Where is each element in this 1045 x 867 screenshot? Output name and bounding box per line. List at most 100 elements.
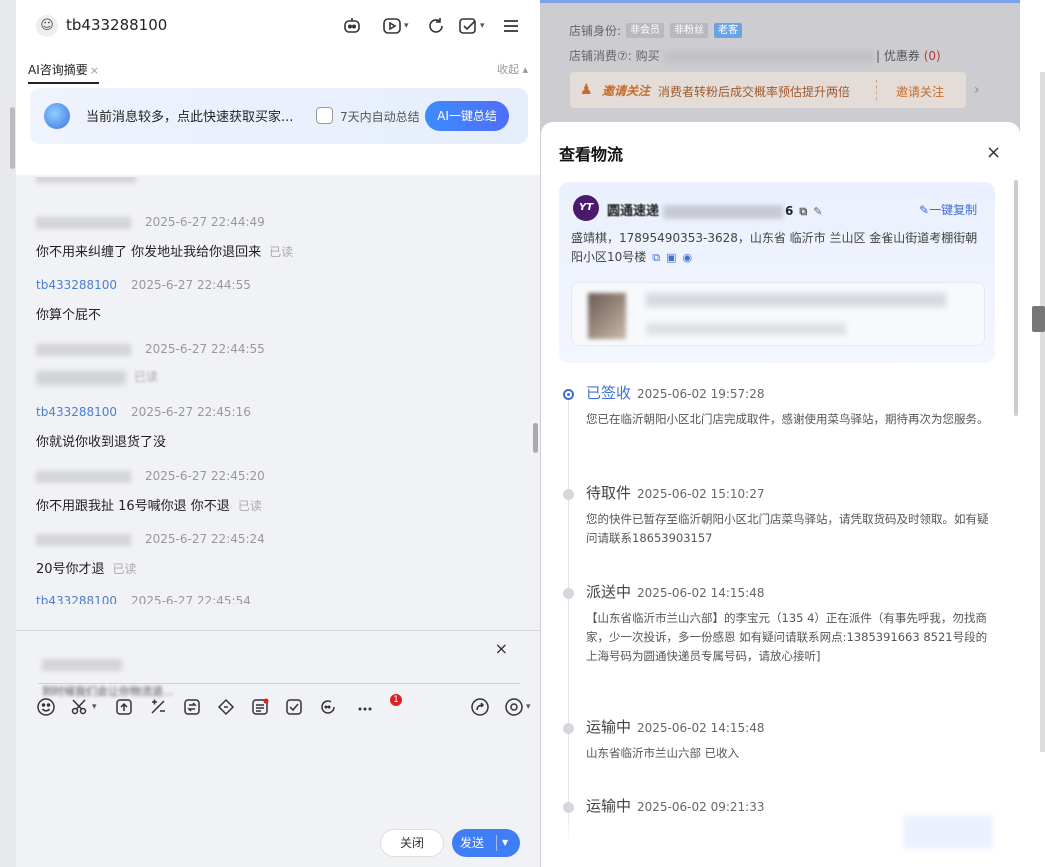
consumption-blurred xyxy=(663,50,874,63)
sender-name[interactable]: tb433288100 xyxy=(36,278,117,292)
copy-all-link[interactable]: ✎一键复制 xyxy=(919,201,977,218)
message-item: 2025-6-27 22:45:20 你不用跟我扯 16号喊你退 你不退 已读 xyxy=(36,469,265,514)
tag-non-fan: 非粉丝 xyxy=(670,23,708,38)
copy-link-icon: ✎ xyxy=(919,203,930,217)
read-status: 已读 xyxy=(112,562,137,576)
message-item: tb433288100 2025-6-27 22:44:55 你算个屁不 xyxy=(36,278,251,323)
invite-follow-button[interactable]: 邀请关注 xyxy=(896,83,944,100)
message-scrollbar[interactable] xyxy=(533,423,538,453)
ai-summary-banner[interactable]: 当前消息较多，点此快速获取买家... 7天内自动总结 AI一键总结 xyxy=(30,88,528,144)
send-separator xyxy=(496,835,497,851)
refresh-icon[interactable] xyxy=(426,14,446,38)
sender-name-blurred xyxy=(36,470,131,483)
tracking-number-blurred xyxy=(663,204,784,219)
person-add-icon: ♟ xyxy=(580,82,593,98)
message-time: 2025-6-27 22:44:55 xyxy=(145,342,265,356)
panel-top-line xyxy=(540,0,1020,3)
checklist-icon[interactable] xyxy=(284,697,306,719)
send-options-icon[interactable]: ▼ xyxy=(502,829,508,857)
close-button[interactable]: 关闭 xyxy=(380,829,444,857)
event-time: 2025-06-02 14:15:48 xyxy=(637,586,765,600)
robot-icon[interactable] xyxy=(342,14,362,38)
logistics-drawer: 查看物流 × YT 圆通速递 6 ⧉ ✎ ✎一键复制 盛靖棋，17895490353-… xyxy=(541,122,1020,867)
message-list[interactable]: 2025-6-27 22:44:49 你不用来纠缠了 你发地址我给你退回来 已读 … xyxy=(16,177,534,604)
product-row[interactable] xyxy=(571,282,985,346)
menu-icon[interactable] xyxy=(501,14,521,38)
carrier-info: 圆通速递 6 ⧉ ✎ xyxy=(607,200,822,219)
summary-scrollbar[interactable] xyxy=(10,107,15,169)
share-icon[interactable] xyxy=(470,697,492,719)
quote-close-icon[interactable]: × xyxy=(495,639,508,658)
coupon-info[interactable]: | 优惠券 (0) xyxy=(876,47,941,64)
message-item: tb433288100 2025-6-27 22:45:54 xyxy=(36,594,251,604)
coupon-count: (0) xyxy=(923,49,941,63)
input-area: 到时候我们会让你物流退... × ▾ 1 ▾ 关闭 发送 ▼ xyxy=(16,631,540,867)
percent-icon[interactable] xyxy=(148,697,170,719)
bottom-action-blurred xyxy=(903,815,993,849)
tag-non-member: 非会员 xyxy=(626,23,664,38)
order-icon[interactable] xyxy=(250,697,272,719)
avatar[interactable]: ☺ xyxy=(36,15,58,37)
auto-summary-checkbox[interactable] xyxy=(316,107,333,124)
reply-icon[interactable] xyxy=(318,697,340,719)
collapse-button[interactable]: 收起 ▴ xyxy=(497,61,528,77)
coupon-label: 优惠券 xyxy=(883,49,920,63)
event-description: 【山东省临沂市兰山六部】的李宝元（135 4）正在派件（有事先呼我，勿找商家，少… xyxy=(586,611,988,663)
message-text: 20号你才退 xyxy=(36,562,105,577)
event-status: 运输中 xyxy=(586,718,632,736)
sender-name-blurred xyxy=(36,343,131,356)
ai-tab-label: AI咨询摘要 xyxy=(28,63,88,77)
scissors-icon[interactable]: ▾ xyxy=(70,697,100,719)
decrypt-icon[interactable]: ▣ xyxy=(666,248,676,267)
ai-tab-close-icon[interactable]: × xyxy=(90,64,99,77)
close-icon[interactable]: × xyxy=(986,142,1001,163)
message-text-blurred xyxy=(36,370,126,385)
banner-text[interactable]: 当前消息较多，点此快速获取买家... xyxy=(86,106,293,125)
emoji-icon[interactable] xyxy=(36,697,58,719)
ai-summary-button[interactable]: AI一键总结 xyxy=(425,101,509,131)
copy-all-label: 一键复制 xyxy=(929,203,978,217)
eye-icon[interactable]: ◉ xyxy=(683,248,693,267)
coupon-icon[interactable] xyxy=(216,697,238,719)
right-edge-scrollbar[interactable] xyxy=(1040,72,1045,752)
settings-icon[interactable]: ▾ xyxy=(504,697,534,719)
message-text: 你不用来纠缠了 你发地址我给你退回来 xyxy=(36,245,262,260)
shipment-card: YT 圆通速递 6 ⧉ ✎ ✎一键复制 盛靖棋，17895490353-3628，山东… xyxy=(559,182,995,363)
invite-separator xyxy=(876,80,877,100)
video-icon[interactable]: ▾ xyxy=(382,14,409,38)
exchange-icon[interactable] xyxy=(182,697,204,719)
invite-title: 邀请关注 xyxy=(602,84,651,98)
send-button[interactable]: 发送 ▼ xyxy=(452,829,520,857)
sender-name[interactable]: tb433288100 xyxy=(36,405,117,419)
read-status: 已读 xyxy=(269,245,294,259)
event-header: 已签收 2025-06-02 19:57:28 xyxy=(586,382,764,403)
sender-name[interactable]: tb433288100 xyxy=(36,594,117,604)
carrier-logo: YT xyxy=(573,195,599,221)
logistics-timeline: 已签收 2025-06-02 19:57:28 您已在临沂朝阳小区北门店完成取件，… xyxy=(541,370,1020,867)
chevron-right-icon[interactable]: › xyxy=(974,82,980,98)
chat-username[interactable]: tb433288100 xyxy=(66,16,167,34)
more-icon[interactable] xyxy=(356,697,378,719)
product-spec-blurred xyxy=(646,323,846,335)
invite-follow-bar: ♟ 邀请关注 消费者转粉后成交概率预估提升两倍 邀请关注 xyxy=(570,72,966,108)
event-time: 2025-06-02 15:10:27 xyxy=(637,487,765,501)
message-time: 2025-6-27 22:45:24 xyxy=(145,532,265,546)
message-text: 你就说你收到退货了没 xyxy=(36,435,167,450)
chat-panel: ☺ tb433288100 ▾ ▾ AI咨询摘要 × 收起 ▴ 当前消息较多，点此… xyxy=(0,0,540,867)
input-toolbar: ▾ 1 ▾ xyxy=(36,694,531,721)
ai-summary-section: AI咨询摘要 × 收起 ▴ 当前消息较多，点此快速获取买家... 7天内自动总结 … xyxy=(16,50,540,175)
invite-description: 消费者转粉后成交概率预估提升两倍 xyxy=(658,85,851,99)
copy-address-icon[interactable]: ⧉ xyxy=(652,248,660,267)
right-edge-thumb[interactable] xyxy=(1032,306,1045,332)
carrier-name: 圆通速递 xyxy=(607,204,660,219)
upload-icon[interactable] xyxy=(114,697,136,719)
notification-badge: 1 xyxy=(390,694,402,706)
message-text: 你不用跟我扯 16号喊你退 你不退 xyxy=(36,499,230,514)
timeline-dot xyxy=(563,588,574,599)
edit-icon[interactable]: ✎ xyxy=(813,205,822,218)
ai-summary-tab[interactable]: AI咨询摘要 × xyxy=(28,61,99,84)
timeline-dot-active xyxy=(563,389,574,400)
copy-icon[interactable]: ⧉ xyxy=(799,205,807,219)
check-task-icon[interactable]: ▾ xyxy=(458,14,485,38)
message-item: 2025-6-27 22:44:55 已读 xyxy=(36,342,265,385)
